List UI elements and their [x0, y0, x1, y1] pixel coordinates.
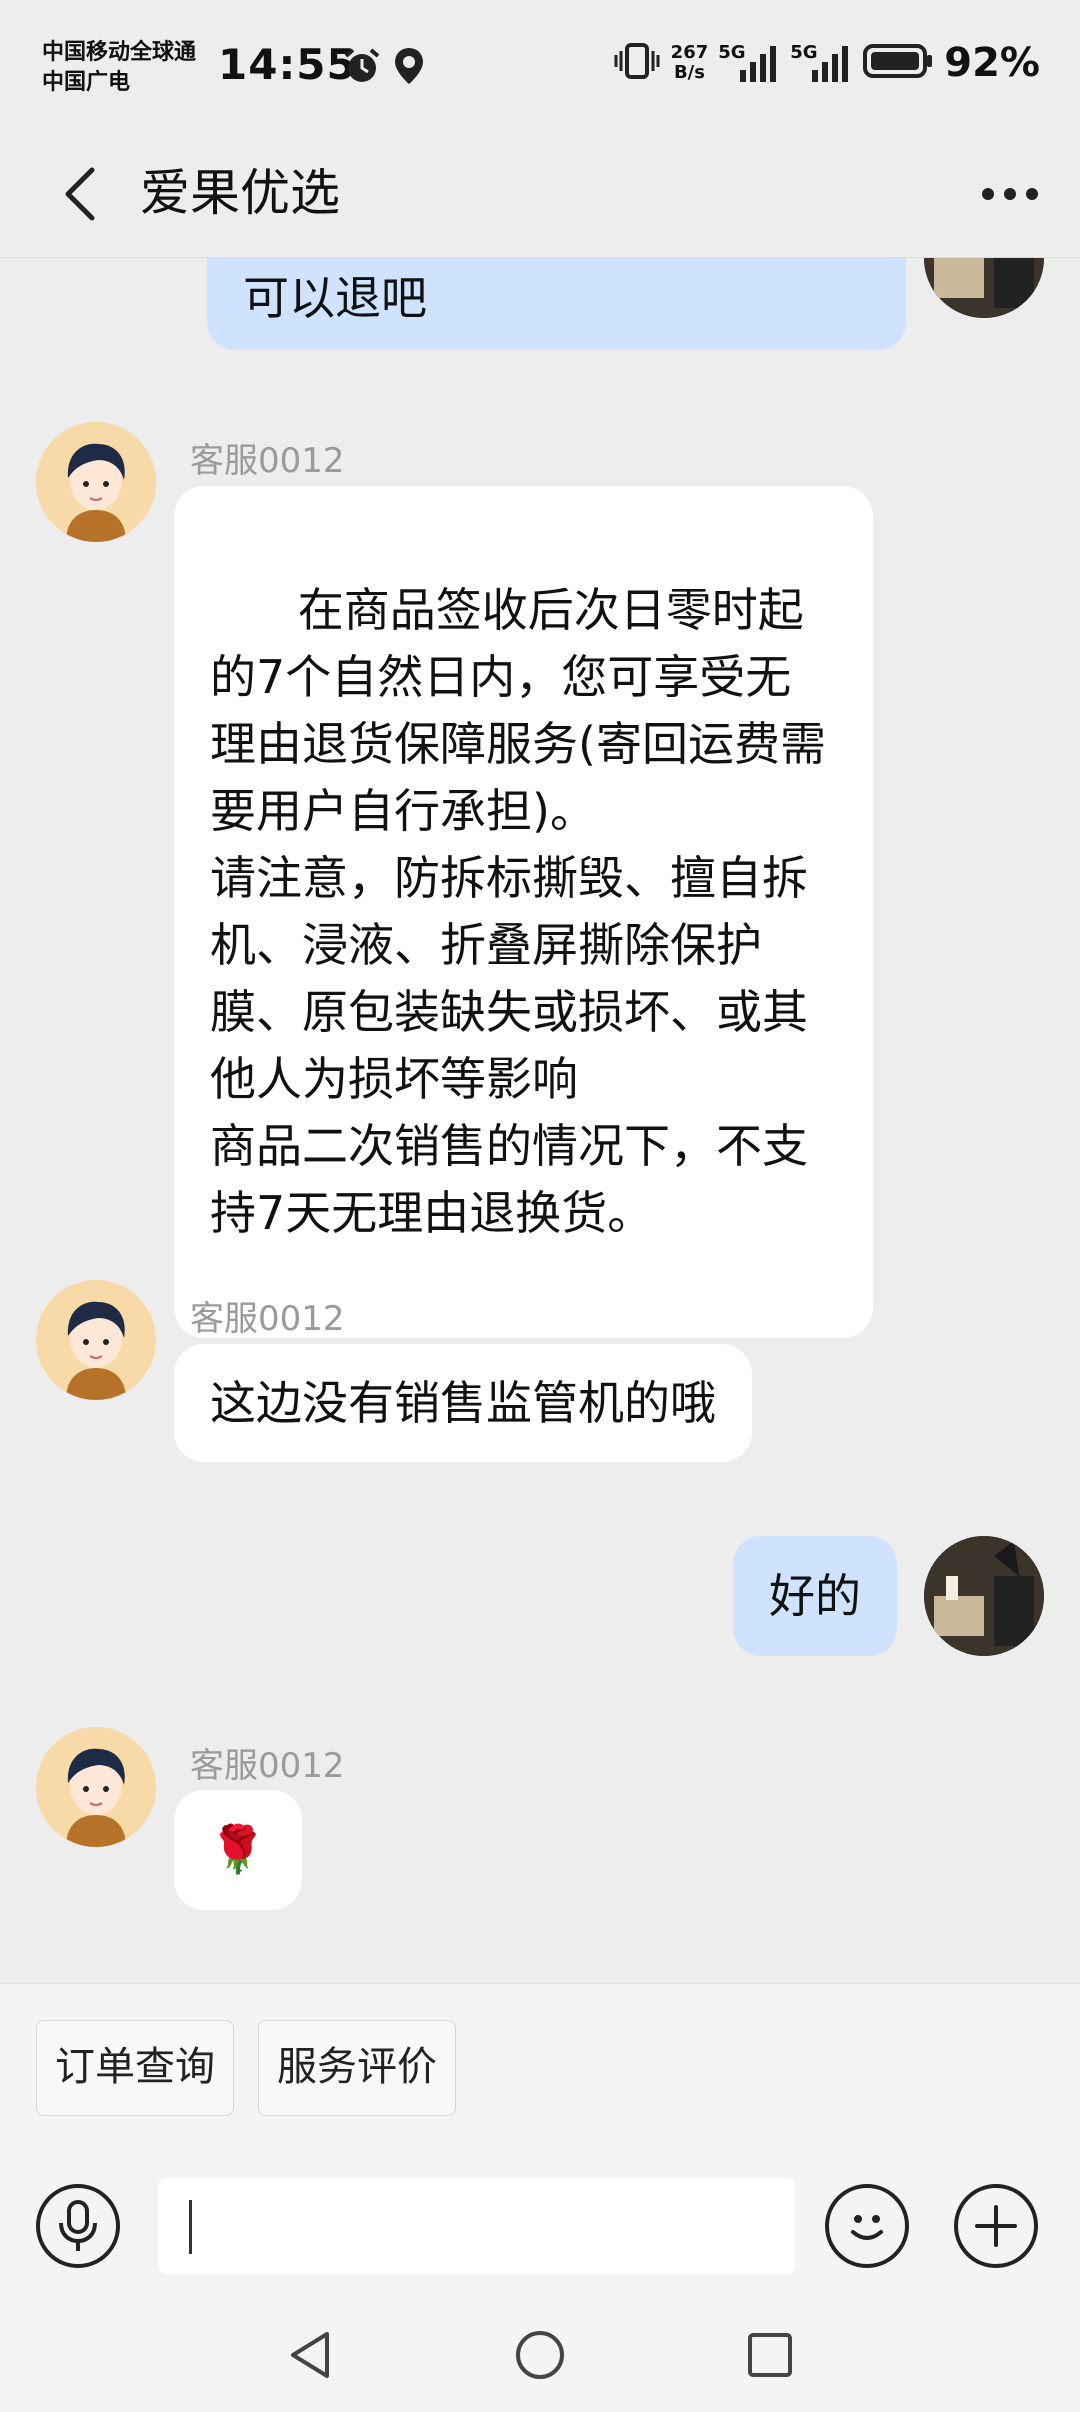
chat-screen: 中国移动全球通 中国广电 14:55 267 B/s 5G 5G 92% 爱果优…	[0, 0, 1080, 2412]
carrier-line-1: 中国移动全球通	[42, 40, 197, 65]
agent-avatar-icon	[36, 1280, 156, 1400]
signal-icon-2: 5G	[790, 42, 852, 84]
sim2-type: 5G	[790, 42, 818, 63]
avatar[interactable]	[36, 1280, 156, 1400]
quick-actions: 订单查询 服务评价	[0, 1983, 1080, 2118]
avatar[interactable]	[36, 1727, 156, 1847]
chat-title: 爱果优选	[140, 164, 340, 222]
avatar[interactable]	[36, 422, 156, 542]
order-query-button[interactable]: 订单查询	[36, 2020, 234, 2116]
sender-name: 客服0012	[190, 1746, 345, 1786]
status-right-group: 267 B/s 5G 5G 92%	[613, 40, 1040, 86]
net-speed-value: 267	[670, 42, 709, 63]
battery-icon	[862, 41, 934, 85]
sender-name: 客服0012	[190, 1299, 345, 1339]
more-dots-icon	[982, 188, 1038, 200]
message-input[interactable]	[158, 2178, 795, 2274]
carrier-info: 中国移动全球通 中国广电	[42, 38, 196, 98]
message-text: 在商品签收后次日零时起的7个自然日内，您可享受无理由退货保障服务(寄回运费需要用…	[210, 583, 826, 1240]
message-text: 这边没有销售监管机的哦	[210, 1376, 716, 1430]
message-text: 可以退吧	[243, 271, 427, 325]
signal-icon: 5G	[718, 42, 780, 84]
service-review-button[interactable]: 服务评价	[258, 2020, 456, 2116]
message-text: 好的	[769, 1569, 861, 1623]
system-nav-bar	[0, 2298, 1080, 2412]
avatar[interactable]	[924, 258, 1044, 318]
user-avatar-image	[924, 1536, 1044, 1656]
user-avatar-image	[924, 258, 1044, 318]
message-list[interactable]: 可以退吧 客服0012 在商品签收后次日零时起的7个自然日内，您可享受无理由退货…	[0, 258, 1080, 1983]
message-bubble-me[interactable]: 可以退吧	[207, 258, 906, 350]
input-bar	[0, 2118, 1080, 2298]
nav-recents-button[interactable]	[730, 2320, 810, 2390]
message-bubble-agent[interactable]: 这边没有销售监管机的哦	[174, 1344, 752, 1462]
battery-percent: 92%	[944, 40, 1040, 86]
net-speed-unit: B/s	[673, 62, 705, 83]
recents-square-icon	[748, 2333, 792, 2377]
net-speed: 267 B/s	[671, 43, 709, 83]
text-caret	[189, 2200, 192, 2254]
back-triangle-icon	[291, 2332, 329, 2378]
nav-back-button[interactable]	[270, 2320, 350, 2390]
home-circle-icon	[516, 2331, 564, 2379]
location-icon	[392, 46, 426, 90]
rose-emoji: 🌹	[209, 1822, 267, 1876]
emoji-icon	[851, 2215, 883, 2240]
plus-button[interactable]	[954, 2184, 1038, 2268]
status-time: 14:55	[218, 40, 357, 89]
alarm-icon	[342, 46, 382, 90]
message-bubble-me[interactable]: 好的	[733, 1536, 897, 1656]
message-bubble-agent[interactable]: 🌹	[174, 1790, 302, 1910]
microphone-icon	[59, 2200, 97, 2251]
sim1-type: 5G	[718, 42, 746, 63]
nav-home-button[interactable]	[500, 2320, 580, 2390]
avatar[interactable]	[924, 1536, 1044, 1656]
more-button[interactable]	[970, 154, 1050, 234]
status-bar: 中国移动全球通 中国广电 14:55 267 B/s 5G 5G 92%	[0, 0, 1080, 130]
carrier-line-2: 中国广电	[42, 70, 131, 95]
sender-name: 客服0012	[190, 441, 345, 481]
plus-icon	[975, 2205, 1017, 2247]
message-bubble-agent[interactable]: 在商品签收后次日零时起的7个自然日内，您可享受无理由退货保障服务(寄回运费需要用…	[174, 486, 873, 1338]
chat-header: 爱果优选	[0, 130, 1080, 258]
emoji-button[interactable]	[825, 2184, 909, 2268]
voice-button[interactable]	[36, 2184, 120, 2268]
back-button[interactable]	[40, 154, 120, 234]
chevron-left-icon	[65, 167, 95, 221]
agent-avatar-icon	[36, 422, 156, 542]
agent-avatar-icon	[36, 1727, 156, 1847]
vibrate-icon	[613, 41, 661, 85]
